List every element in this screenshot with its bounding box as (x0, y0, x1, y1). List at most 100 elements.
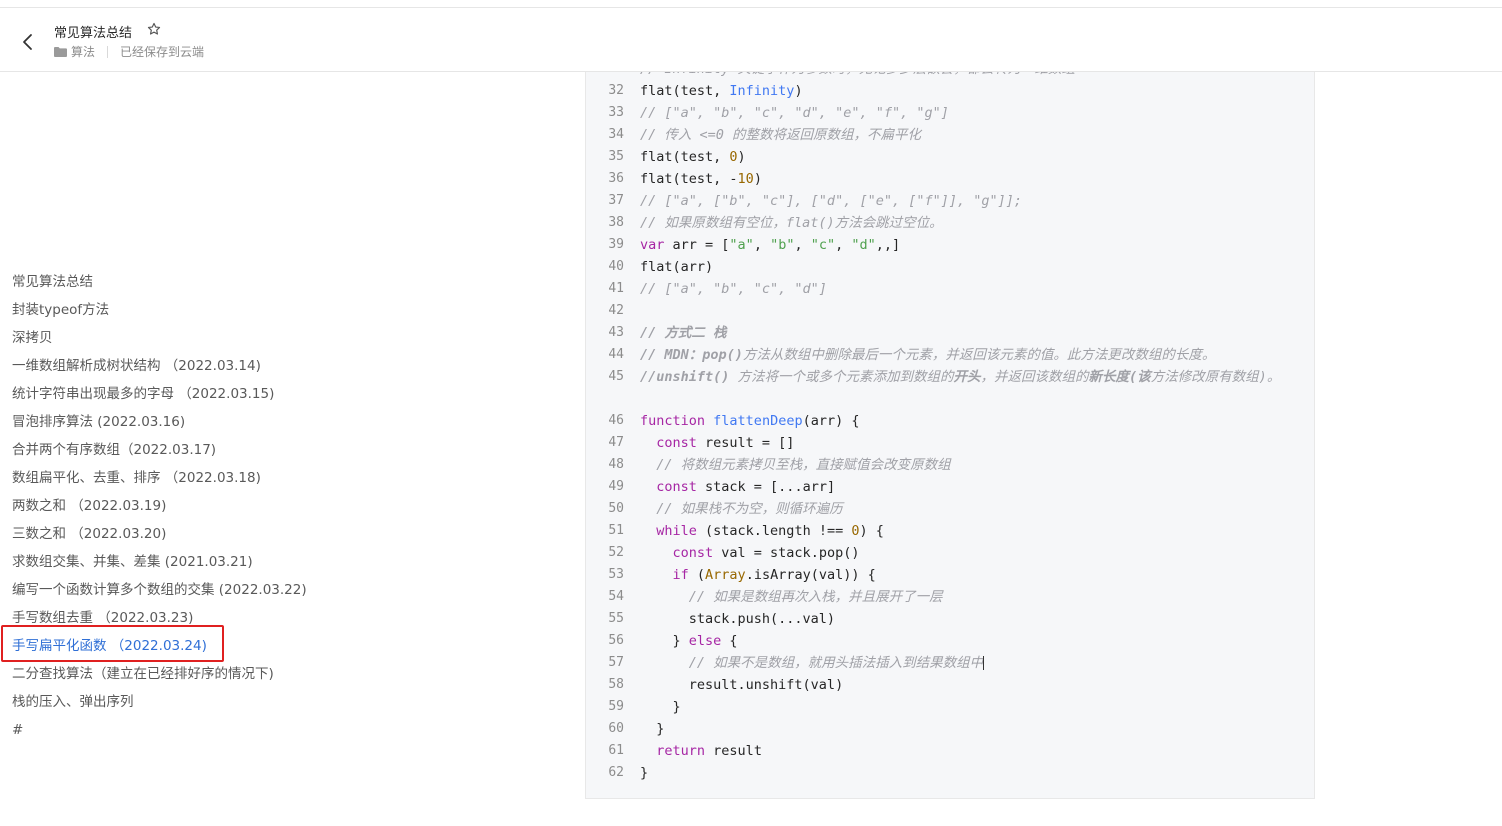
chevron-left-icon (23, 34, 32, 50)
code-line: 58 result.unshift(val) (586, 674, 1314, 696)
code-text: function flattenDeep(arr) { (640, 413, 860, 429)
line-number: 56 (608, 633, 624, 648)
code-text: const val = stack.pop() (672, 545, 860, 561)
line-number: 41 (608, 281, 624, 296)
outline-item[interactable]: 一维数组解析成树状结构 （2022.03.14) (12, 352, 572, 380)
code-line: 37 // ["a", ["b", "c"], ["d", ["e", ["f"]… (586, 190, 1314, 212)
line-number: 31 (586, 72, 624, 80)
code-line: 61 return result (586, 740, 1314, 762)
line-number: 58 (608, 677, 624, 692)
outline-item[interactable]: 求数组交集、并集、差集 (2021.03.21) (12, 548, 572, 576)
folder-link[interactable]: 算法 (71, 43, 95, 60)
outline-item-active[interactable]: 手写扁平化函数 （2022.03.24) (12, 632, 572, 660)
code-text: // 如果原数组有空位，flat()方法会跳过空位。 (640, 215, 943, 231)
code-text: } (640, 721, 665, 737)
line-number: 52 (608, 545, 624, 560)
outline-item[interactable]: 封装typeof方法 (12, 296, 572, 324)
code-line: 38 // 如果原数组有空位，flat()方法会跳过空位。 (586, 212, 1314, 234)
line-number: 38 (608, 215, 624, 230)
code-text: flat(test, Infinity) (640, 83, 803, 99)
code-text: if (Array.isArray(val)) { (672, 567, 876, 583)
line-number: 46 (608, 413, 624, 428)
outline-item[interactable]: 手写数组去重 （2022.03.23) (12, 604, 572, 632)
code-text: // ["a", "b", "c", "d"] (640, 281, 827, 297)
code-text: // 如果是数组再次入栈，并且展开了一层 (688, 589, 943, 605)
code-text: while (stack.length !== 0) { (656, 523, 884, 539)
line-number: 55 (608, 611, 624, 626)
code-text: } else { (640, 633, 738, 649)
code-block[interactable]: 31// Infinity 关键字作为参数时，无论多少层嵌套，都会转为一维数组3… (585, 72, 1315, 799)
line-number: 33 (608, 105, 624, 120)
code-line: 35 flat(test, 0) (586, 146, 1314, 168)
code-line: 32 flat(test, Infinity) (586, 80, 1314, 102)
doc-title: 常见算法总结 (54, 26, 133, 41)
code-text: flat(test, -10) (640, 171, 762, 187)
outline-item[interactable]: # (12, 716, 572, 744)
code-text: } (640, 699, 681, 715)
code-text: const result = [] (656, 435, 795, 451)
code-text: const stack = [...arr] (656, 479, 836, 495)
line-number: 44 (608, 347, 624, 362)
code-text: // 如果栈不为空，则循环遍历 (656, 501, 843, 517)
folder-icon (54, 46, 67, 57)
outline-item[interactable]: 两数之和 （2022.03.19) (12, 492, 572, 520)
outline-item[interactable]: 栈的压入、弹出序列 (12, 688, 572, 716)
favorite-button[interactable] (147, 22, 161, 40)
outline-item[interactable]: 常见算法总结 (12, 268, 572, 296)
code-line: 47 const result = [] (586, 432, 1314, 454)
code-line: 41 // ["a", "b", "c", "d"] (586, 278, 1314, 300)
star-outline-icon (147, 22, 161, 35)
line-number: 60 (608, 721, 624, 736)
outline-item[interactable]: 编写一个函数计算多个数组的交集 (2022.03.22) (12, 576, 572, 604)
outline-item[interactable]: 二分查找算法（建立在已经排好序的情况下) (12, 660, 572, 688)
code-text: //unshift() 方法将一个或多个元素添加到数组的开头，并返回该数组的新长… (640, 369, 1281, 385)
code-line: 60 } (586, 718, 1314, 740)
code-line: 45 //unshift() 方法将一个或多个元素添加到数组的开头，并返回该数组的… (586, 366, 1314, 410)
code-line: 44 // MDN：pop()方法从数组中删除最后一个元素，并返回该元素的值。此方… (586, 344, 1314, 366)
code-line: 46 function flattenDeep(arr) { (586, 410, 1314, 432)
code-line: 55 stack.push(...val) (586, 608, 1314, 630)
outline-item[interactable]: 合并两个有序数组（2022.03.17) (12, 436, 572, 464)
line-number: 47 (608, 435, 624, 450)
code-line: 42 (586, 300, 1314, 322)
code-line: 34 // 传入 <=0 的整数将返回原数组，不扁平化 (586, 124, 1314, 146)
code-text: // 将数组元素拷贝至栈，直接赋值会改变原数组 (656, 457, 951, 473)
code-line: 62} (586, 762, 1314, 784)
code-line: 48 // 将数组元素拷贝至栈，直接赋值会改变原数组 (586, 454, 1314, 476)
code-line: 56 } else { (586, 630, 1314, 652)
line-number: 53 (608, 567, 624, 582)
code-line: 59 } (586, 696, 1314, 718)
code-line: 39 var arr = ["a", "b", "c", "d",,] (586, 234, 1314, 256)
code-text: // Infinity 关键字作为参数时，无论多少层嵌套，都会转为一维数组 (640, 72, 1290, 80)
outline-item[interactable]: 数组扁平化、去重、排序 （2022.03.18) (12, 464, 572, 492)
outline-item[interactable]: 冒泡排序算法 (2022.03.16) (12, 408, 572, 436)
code-text: return result (656, 743, 762, 759)
line-number: 36 (608, 171, 624, 186)
line-number: 51 (608, 523, 624, 538)
code-line: 40 flat(arr) (586, 256, 1314, 278)
outline-item[interactable]: 深拷贝 (12, 324, 572, 352)
code-text: // MDN：pop()方法从数组中删除最后一个元素，并返回该元素的值。此方法更… (640, 347, 1216, 363)
line-number: 39 (608, 237, 624, 252)
code-line: 54 // 如果是数组再次入栈，并且展开了一层 (586, 586, 1314, 608)
doc-meta: 算法 已经保存到云端 (54, 43, 204, 60)
code-line: 49 const stack = [...arr] (586, 476, 1314, 498)
line-number: 59 (608, 699, 624, 714)
code-line: 53 if (Array.isArray(val)) { (586, 564, 1314, 586)
outline-item[interactable]: 三数之和 （2022.03.20) (12, 520, 572, 548)
code-text: var arr = ["a", "b", "c", "d",,] (640, 237, 901, 253)
code-text: result.unshift(val) (640, 677, 844, 693)
code-text: } (640, 765, 649, 781)
line-number: 34 (608, 127, 624, 142)
code-line: 57 // 如果不是数组，就用头插法插入到结果数组中 (586, 652, 1314, 674)
line-number: 50 (608, 501, 624, 516)
line-number: 48 (608, 457, 624, 472)
meta-divider (107, 45, 109, 58)
outline-item[interactable]: 统计字符串出现最多的字母 （2022.03.15) (12, 380, 572, 408)
code-line: 50 // 如果栈不为空，则循环遍历 (586, 498, 1314, 520)
code-line: 31 // Infinity 关键字作为参数时，无论多少层嵌套，都会转为一维数组 (586, 72, 1314, 80)
line-number: 42 (608, 303, 624, 318)
back-button[interactable] (14, 28, 42, 56)
code-line: 36 flat(test, -10) (586, 168, 1314, 190)
line-number: 32 (608, 83, 624, 98)
